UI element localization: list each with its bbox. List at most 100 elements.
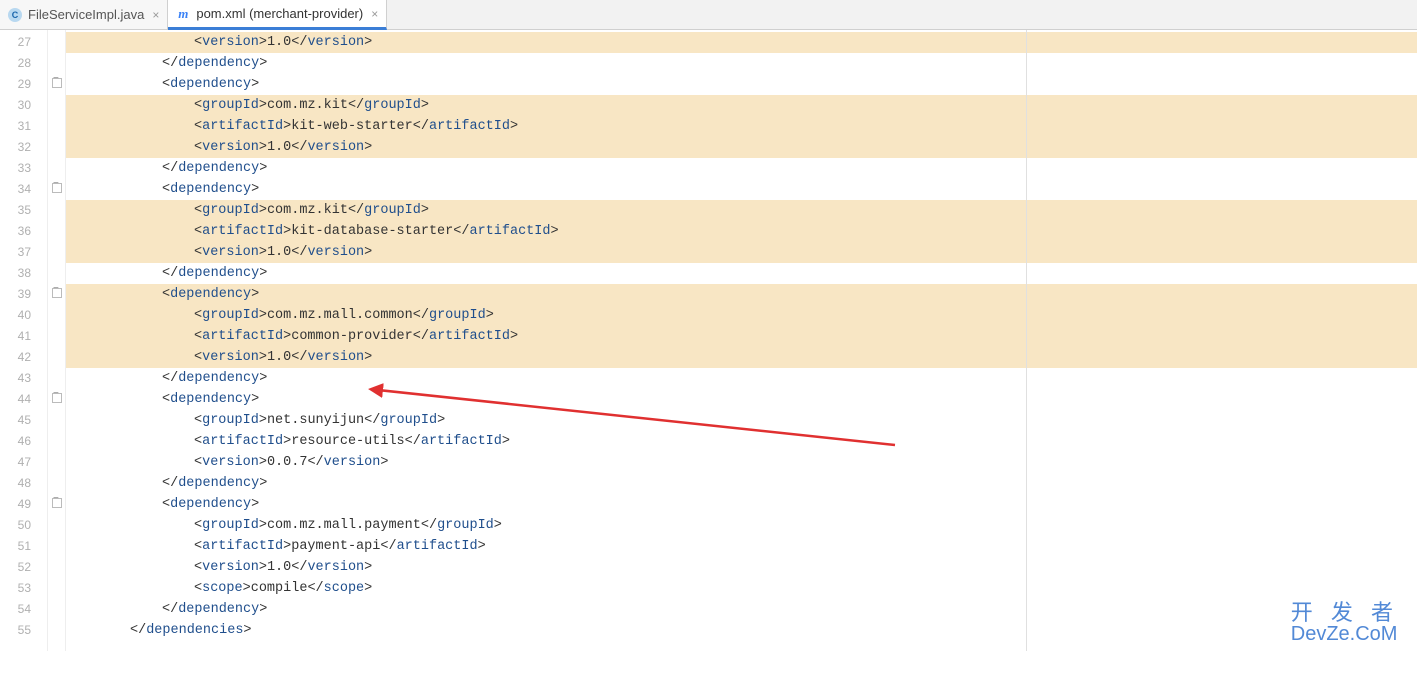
line-number: 30 <box>0 95 47 116</box>
tab-bar: CFileServiceImpl.java× m pom.xml (merchant… <box>0 0 1417 30</box>
line-number: 35 <box>0 200 47 221</box>
line-number: 42 <box>0 347 47 368</box>
code-editor: 2728293031323334353637383940414243444546… <box>0 30 1417 651</box>
code-line[interactable]: <dependency> <box>66 284 1417 305</box>
line-number: 51 <box>0 536 47 557</box>
fold-spacer <box>48 450 65 471</box>
fold-spacer <box>48 240 65 261</box>
fold-toggle-icon[interactable] <box>48 177 65 198</box>
code-line[interactable]: </dependency> <box>66 263 1417 284</box>
watermark-en: DevZe.CoM <box>1291 624 1399 645</box>
watermark: 开 发 者 DevZe.CoM <box>1291 601 1399 645</box>
line-number: 38 <box>0 263 47 284</box>
line-number: 27 <box>0 32 47 53</box>
tab-label: pom.xml (merchant-provider) <box>196 6 363 21</box>
line-number: 41 <box>0 326 47 347</box>
fold-spacer <box>48 198 65 219</box>
code-line[interactable]: <version>1.0</version> <box>66 137 1417 158</box>
fold-spacer <box>48 555 65 576</box>
fold-spacer <box>48 618 65 639</box>
fold-toggle-icon[interactable] <box>48 387 65 408</box>
code-line[interactable]: <groupId>com.mz.kit</groupId> <box>66 200 1417 221</box>
line-number: 31 <box>0 116 47 137</box>
code-line[interactable]: <artifactId>payment-api</artifactId> <box>66 536 1417 557</box>
code-line[interactable]: <groupId>net.sunyijun</groupId> <box>66 410 1417 431</box>
code-line[interactable]: <dependency> <box>66 74 1417 95</box>
line-number: 46 <box>0 431 47 452</box>
code-line[interactable]: <dependency> <box>66 494 1417 515</box>
code-line[interactable]: <groupId>com.mz.mall.payment</groupId> <box>66 515 1417 536</box>
fold-spacer <box>48 513 65 534</box>
file-type-icon: C <box>8 8 22 22</box>
fold-spacer <box>48 114 65 135</box>
code-line[interactable]: <groupId>com.mz.kit</groupId> <box>66 95 1417 116</box>
editor-tab-0[interactable]: CFileServiceImpl.java× <box>0 0 168 29</box>
fold-spacer <box>48 471 65 492</box>
line-number: 54 <box>0 599 47 620</box>
line-number: 39 <box>0 284 47 305</box>
code-line[interactable]: </dependencies> <box>66 620 1417 641</box>
line-number: 53 <box>0 578 47 599</box>
fold-spacer <box>48 93 65 114</box>
code-line[interactable]: </dependency> <box>66 473 1417 494</box>
editor-tab-1[interactable]: m pom.xml (merchant-provider) × <box>168 0 387 30</box>
close-icon[interactable]: × <box>371 7 378 21</box>
line-number: 55 <box>0 620 47 641</box>
line-number: 48 <box>0 473 47 494</box>
watermark-cn: 开 发 者 <box>1291 601 1399 624</box>
fold-spacer <box>48 324 65 345</box>
line-number: 29 <box>0 74 47 95</box>
right-margin-line <box>1026 30 1027 651</box>
line-number: 32 <box>0 137 47 158</box>
code-area[interactable]: <version>1.0</version></dependency><depe… <box>66 30 1417 651</box>
file-type-icon: m <box>176 7 190 21</box>
code-line[interactable]: <artifactId>common-provider</artifactId> <box>66 326 1417 347</box>
fold-spacer <box>48 408 65 429</box>
code-line[interactable]: <dependency> <box>66 389 1417 410</box>
code-line[interactable]: <artifactId>resource-utils</artifactId> <box>66 431 1417 452</box>
fold-spacer <box>48 303 65 324</box>
code-line[interactable]: </dependency> <box>66 158 1417 179</box>
fold-toggle-icon[interactable] <box>48 282 65 303</box>
fold-spacer <box>48 597 65 618</box>
line-number-gutter: 2728293031323334353637383940414243444546… <box>0 30 48 651</box>
fold-spacer <box>48 534 65 555</box>
fold-spacer <box>48 366 65 387</box>
line-number: 33 <box>0 158 47 179</box>
fold-spacer <box>48 156 65 177</box>
line-number: 34 <box>0 179 47 200</box>
code-line[interactable]: <version>1.0</version> <box>66 347 1417 368</box>
code-line[interactable]: <version>1.0</version> <box>66 32 1417 53</box>
fold-gutter <box>48 30 66 651</box>
fold-spacer <box>48 135 65 156</box>
fold-spacer <box>48 219 65 240</box>
code-line[interactable]: <groupId>com.mz.mall.common</groupId> <box>66 305 1417 326</box>
code-line[interactable]: <artifactId>kit-database-starter</artifa… <box>66 221 1417 242</box>
code-line[interactable]: <version>1.0</version> <box>66 557 1417 578</box>
fold-spacer <box>48 576 65 597</box>
close-icon[interactable]: × <box>152 8 159 22</box>
line-number: 43 <box>0 368 47 389</box>
code-line[interactable]: </dependency> <box>66 599 1417 620</box>
line-number: 37 <box>0 242 47 263</box>
line-number: 52 <box>0 557 47 578</box>
line-number: 28 <box>0 53 47 74</box>
code-line[interactable]: <scope>compile</scope> <box>66 578 1417 599</box>
line-number: 50 <box>0 515 47 536</box>
code-line[interactable]: <version>0.0.7</version> <box>66 452 1417 473</box>
code-line[interactable]: </dependency> <box>66 53 1417 74</box>
fold-spacer <box>48 429 65 450</box>
code-line[interactable]: <dependency> <box>66 179 1417 200</box>
line-number: 36 <box>0 221 47 242</box>
fold-toggle-icon[interactable] <box>48 72 65 93</box>
line-number: 45 <box>0 410 47 431</box>
code-line[interactable]: <version>1.0</version> <box>66 242 1417 263</box>
code-line[interactable]: </dependency> <box>66 368 1417 389</box>
fold-spacer <box>48 51 65 72</box>
fold-spacer <box>48 30 65 51</box>
fold-spacer <box>48 261 65 282</box>
fold-spacer <box>48 345 65 366</box>
code-line[interactable]: <artifactId>kit-web-starter</artifactId> <box>66 116 1417 137</box>
fold-toggle-icon[interactable] <box>48 492 65 513</box>
line-number: 40 <box>0 305 47 326</box>
